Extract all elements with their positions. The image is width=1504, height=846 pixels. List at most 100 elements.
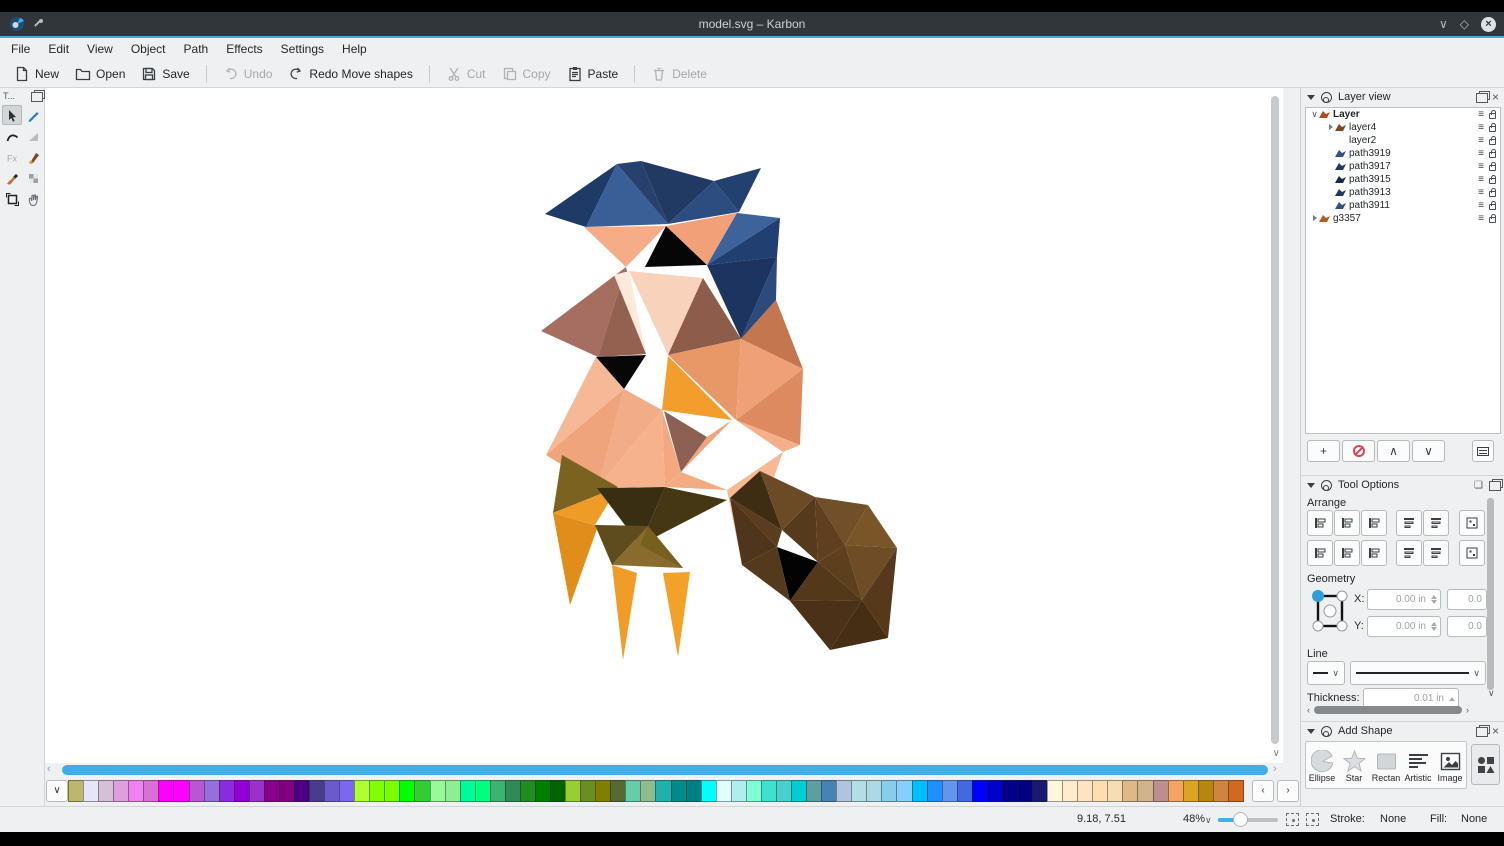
color-swatch[interactable] bbox=[671, 780, 687, 802]
color-swatch[interactable] bbox=[746, 780, 762, 802]
width-spinner[interactable]: 0.0 bbox=[1447, 589, 1487, 610]
line-style-combo[interactable]: ∨ bbox=[1350, 661, 1486, 685]
menu-object[interactable]: Object bbox=[122, 40, 175, 58]
color-swatch[interactable] bbox=[83, 780, 99, 802]
close-panel-icon[interactable]: × bbox=[1492, 724, 1499, 738]
zoom-dropdown-icon[interactable]: ∨ bbox=[1205, 815, 1212, 826]
distribute-top-button[interactable] bbox=[1396, 540, 1422, 566]
align-top-button[interactable] bbox=[1307, 540, 1333, 566]
scroll-right-icon[interactable]: › bbox=[1273, 763, 1277, 775]
layer-options-icon[interactable]: ≡ bbox=[1478, 188, 1484, 197]
menu-effects[interactable]: Effects bbox=[217, 40, 271, 58]
group-shapes-button[interactable] bbox=[1459, 510, 1485, 536]
color-swatch[interactable] bbox=[460, 780, 476, 802]
color-swatch[interactable] bbox=[158, 780, 174, 802]
color-swatch[interactable] bbox=[384, 780, 400, 802]
color-swatch[interactable] bbox=[896, 780, 912, 802]
menu-file[interactable]: File bbox=[2, 40, 39, 58]
collapse-panel-icon[interactable] bbox=[1307, 483, 1315, 488]
palette-next-button[interactable]: › bbox=[1277, 780, 1299, 802]
menu-view[interactable]: View bbox=[78, 40, 122, 58]
color-swatch[interactable] bbox=[204, 780, 220, 802]
collapse-panel-icon[interactable] bbox=[1307, 729, 1315, 734]
curve-tool[interactable] bbox=[2, 126, 22, 146]
layer-options-icon[interactable]: ≡ bbox=[1478, 201, 1484, 210]
height-spinner[interactable]: 0.0 bbox=[1447, 616, 1487, 637]
gradient-tool[interactable] bbox=[23, 126, 43, 146]
color-swatch[interactable] bbox=[1002, 780, 1018, 802]
scroll-down-icon[interactable]: ∨ bbox=[1273, 748, 1280, 759]
tool-options-vscrollbar[interactable] bbox=[1487, 498, 1494, 690]
fill-value[interactable]: None bbox=[1461, 813, 1487, 825]
color-swatch[interactable] bbox=[1062, 780, 1078, 802]
align-bottom-button[interactable] bbox=[1361, 540, 1387, 566]
canvas-vertical-scrollbar[interactable] bbox=[1271, 96, 1279, 744]
color-swatch[interactable] bbox=[851, 780, 867, 802]
color-swatch[interactable] bbox=[625, 780, 641, 802]
paste-button[interactable]: Paste bbox=[559, 63, 627, 85]
line-cap-combo[interactable]: ∨ bbox=[1307, 661, 1345, 685]
float-panel-icon[interactable] bbox=[1489, 481, 1499, 489]
frame-tool[interactable] bbox=[2, 189, 22, 209]
align-left-button[interactable] bbox=[1307, 510, 1333, 536]
color-swatch[interactable] bbox=[475, 780, 491, 802]
x-position-spinner[interactable]: 0.00 in bbox=[1367, 589, 1441, 610]
pattern-tool[interactable] bbox=[23, 168, 43, 188]
lock-icon[interactable] bbox=[1489, 113, 1496, 119]
artwork-polygon[interactable] bbox=[612, 565, 637, 660]
expander-open-icon[interactable]: ∨ bbox=[1310, 109, 1319, 120]
shape-artistic[interactable]: Artistic bbox=[1402, 750, 1434, 783]
palette-menu-button[interactable]: ∨ bbox=[46, 780, 68, 802]
color-swatch[interactable] bbox=[1183, 780, 1199, 802]
cut-button[interactable]: Cut bbox=[438, 63, 494, 85]
align-center-horizontal-button[interactable] bbox=[1334, 510, 1360, 536]
scroll-right-icon[interactable]: › bbox=[1466, 705, 1469, 715]
anchor-center[interactable] bbox=[1324, 605, 1336, 617]
color-swatch[interactable] bbox=[189, 780, 205, 802]
color-swatch[interactable] bbox=[731, 780, 747, 802]
scroll-left-icon[interactable]: ‹ bbox=[47, 763, 51, 775]
lock-icon[interactable] bbox=[1489, 139, 1496, 145]
palette-prev-button[interactable]: ‹ bbox=[1252, 780, 1274, 802]
align-right-button[interactable] bbox=[1361, 510, 1387, 536]
layer-row-path3911[interactable]: path3911≡ bbox=[1306, 199, 1500, 212]
color-swatch[interactable] bbox=[1047, 780, 1063, 802]
lock-icon[interactable] bbox=[1489, 178, 1496, 184]
layer-options-icon[interactable]: ≡ bbox=[1478, 162, 1484, 171]
color-swatch[interactable] bbox=[219, 780, 235, 802]
color-swatch[interactable] bbox=[339, 780, 355, 802]
color-swatch[interactable] bbox=[565, 780, 581, 802]
color-swatch[interactable] bbox=[791, 780, 807, 802]
lock-icon[interactable] bbox=[1489, 204, 1496, 210]
shade-window-icon[interactable]: ∨ bbox=[1439, 17, 1448, 31]
scroll-down-icon[interactable]: ∨ bbox=[1488, 688, 1495, 699]
color-swatch[interactable] bbox=[324, 780, 340, 802]
effects-tool[interactable]: Fx bbox=[2, 147, 22, 167]
artwork[interactable] bbox=[45, 88, 1283, 763]
color-swatch[interactable] bbox=[912, 780, 928, 802]
anchor-bottom-right[interactable] bbox=[1337, 621, 1347, 631]
calligraphy-tool[interactable] bbox=[23, 147, 43, 167]
open-button[interactable]: Open bbox=[67, 63, 133, 85]
zoom-to-selection-icon[interactable] bbox=[1286, 813, 1299, 826]
copy-button[interactable]: Copy bbox=[494, 63, 559, 85]
layer-row-layer2[interactable]: layer2≡ bbox=[1306, 134, 1500, 147]
zoom-level[interactable]: 48% bbox=[1183, 813, 1205, 825]
anchor-top-right[interactable] bbox=[1337, 591, 1347, 601]
lock-icon[interactable] bbox=[1489, 165, 1496, 171]
color-swatch[interactable] bbox=[430, 780, 446, 802]
detach-panel-icon[interactable]: ❏ bbox=[1474, 480, 1483, 491]
view-mode-button[interactable] bbox=[1472, 440, 1494, 462]
pan-tool[interactable] bbox=[23, 189, 43, 209]
new-button[interactable]: New bbox=[6, 63, 67, 85]
color-swatch[interactable] bbox=[520, 780, 536, 802]
float-panel-icon[interactable] bbox=[1476, 727, 1486, 735]
color-swatch[interactable] bbox=[761, 780, 777, 802]
shape-collections-button[interactable] bbox=[1471, 744, 1500, 785]
color-swatch[interactable] bbox=[595, 780, 611, 802]
layer-options-icon[interactable]: ≡ bbox=[1478, 136, 1484, 145]
color-swatch[interactable] bbox=[1228, 780, 1244, 802]
color-swatch[interactable] bbox=[1107, 780, 1123, 802]
color-swatch[interactable] bbox=[640, 780, 656, 802]
color-swatch[interactable] bbox=[806, 780, 822, 802]
